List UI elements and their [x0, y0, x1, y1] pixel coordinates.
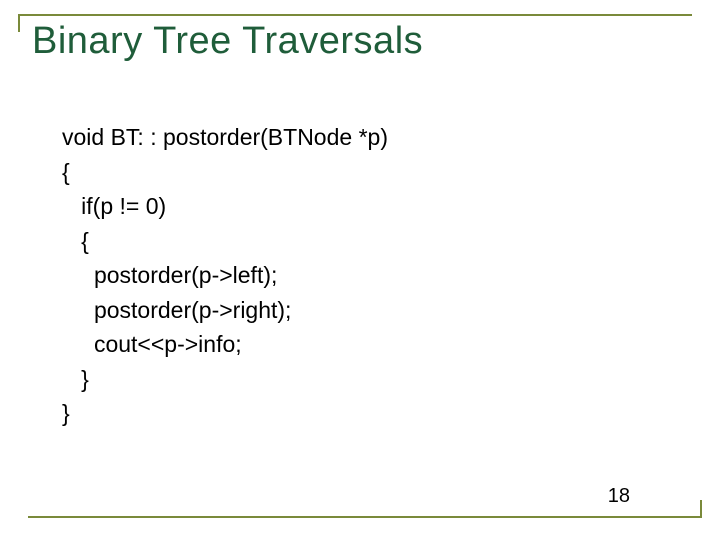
code-line-2: { — [62, 159, 70, 185]
slide: Binary Tree Traversals void BT: : postor… — [0, 0, 720, 540]
slide-title: Binary Tree Traversals — [32, 20, 423, 63]
code-line-7: cout<<p->info; — [62, 331, 242, 357]
code-block: void BT: : postorder(BTNode *p) { if(p !… — [62, 120, 388, 431]
code-line-9: } — [62, 400, 70, 426]
code-line-1: void BT: : postorder(BTNode *p) — [62, 124, 388, 150]
decor-corner-top-left — [18, 14, 20, 32]
code-line-4: { — [62, 228, 89, 254]
page-number: 18 — [608, 485, 630, 508]
decor-rule-top — [18, 14, 692, 16]
code-line-8: } — [62, 366, 89, 392]
code-line-3: if(p != 0) — [62, 193, 166, 219]
title-wrap: Binary Tree Traversals — [32, 20, 423, 63]
decor-corner-bottom-right — [700, 500, 702, 518]
code-line-6: postorder(p->right); — [62, 297, 291, 323]
decor-rule-bottom — [28, 516, 702, 518]
code-line-5: postorder(p->left); — [62, 262, 277, 288]
